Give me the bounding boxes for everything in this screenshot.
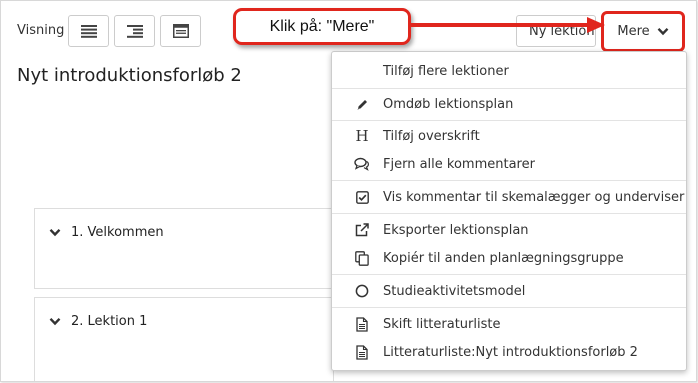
copy-icon	[355, 250, 369, 266]
chevron-down-icon	[49, 317, 61, 326]
lesson-card: 1. Velkommen	[34, 208, 334, 289]
document-icon	[356, 344, 368, 360]
menu-item-export-plan[interactable]: Eksporter lektionsplan	[332, 219, 686, 241]
menu-divider	[332, 120, 686, 121]
heading-icon: H	[355, 126, 369, 145]
lesson-title: 2. Lektion 1	[71, 314, 148, 329]
menu-item-label: Litteraturliste:Nyt introduktionsforløb …	[383, 344, 638, 360]
menu-item-add-lessons[interactable]: Tilføj flere lektioner	[332, 60, 686, 82]
view-mode-label: Visning	[17, 23, 65, 38]
page-title: Nyt introduktionsforløb 2	[17, 65, 242, 86]
menu-item-remove-comments[interactable]: Fjern alle kommentarer	[332, 153, 686, 175]
more-button-label: Mere	[617, 24, 650, 39]
menu-item-label: Skift litteraturliste	[383, 316, 501, 332]
instruction-callout-text: Klik på: "Mere"	[269, 17, 375, 35]
menu-item-label: Omdøb lektionsplan	[383, 96, 514, 112]
menu-item-label: Vis kommentar til skemalægger og undervi…	[383, 189, 685, 205]
menu-item-rename-plan[interactable]: Omdøb lektionsplan	[332, 93, 686, 115]
document-icon	[356, 316, 368, 332]
menu-divider	[332, 307, 686, 308]
chevron-down-icon	[49, 228, 61, 237]
external-link-icon	[355, 223, 369, 237]
list-view-button[interactable]	[68, 15, 109, 47]
lesson-title: 1. Velkommen	[71, 225, 164, 240]
menu-item-label: Studieaktivitetsmodel	[383, 283, 526, 299]
window-icon	[172, 24, 189, 38]
pencil-icon	[357, 99, 367, 110]
lesson-header[interactable]: 2. Lektion 1	[49, 314, 147, 329]
menu-item-show-comment[interactable]: Vis kommentar til skemalægger og undervi…	[332, 186, 686, 208]
menu-item-label: Fjern alle kommentarer	[383, 156, 535, 172]
more-dropdown-menu: Tilføj flere lektioner Omdøb lektionspla…	[331, 51, 687, 371]
app-frame: Visning Nyt introduktionsforløb 2 Ny lek…	[0, 0, 697, 382]
list-icon	[80, 24, 97, 38]
instruction-callout: Klik på: "Mere"	[233, 8, 411, 45]
window-view-button[interactable]	[160, 15, 201, 47]
menu-item-add-heading[interactable]: H Tilføj overskrift	[332, 125, 686, 147]
circle-icon	[355, 284, 369, 298]
checkbox-icon	[355, 190, 369, 204]
indent-icon	[126, 24, 143, 38]
indent-view-button[interactable]	[114, 15, 155, 47]
chevron-down-icon	[657, 27, 669, 36]
pointer-arrow-icon	[411, 17, 605, 33]
menu-item-label: Tilføj flere lektioner	[383, 63, 509, 79]
menu-divider	[332, 88, 686, 89]
menu-divider	[332, 274, 686, 275]
menu-divider	[332, 180, 686, 181]
menu-item-study-activity-model[interactable]: Studieaktivitetsmodel	[332, 280, 686, 302]
lesson-header[interactable]: 1. Velkommen	[49, 225, 164, 240]
comments-icon	[354, 157, 369, 171]
lesson-card: 2. Lektion 1	[34, 297, 334, 381]
menu-item-copy-to-group[interactable]: Kopiér til anden planlægningsgruppe	[332, 247, 686, 269]
menu-item-label: Tilføj overskrift	[383, 128, 480, 144]
menu-item-change-literature-list[interactable]: Skift litteraturliste	[332, 313, 686, 335]
menu-divider	[332, 213, 686, 214]
menu-item-label: Kopiér til anden planlægningsgruppe	[383, 250, 624, 266]
menu-item-label: Eksporter lektionsplan	[383, 222, 529, 238]
more-button[interactable]: Mere	[601, 11, 685, 52]
menu-item-literature-list[interactable]: Litteraturliste:Nyt introduktionsforløb …	[332, 341, 686, 363]
